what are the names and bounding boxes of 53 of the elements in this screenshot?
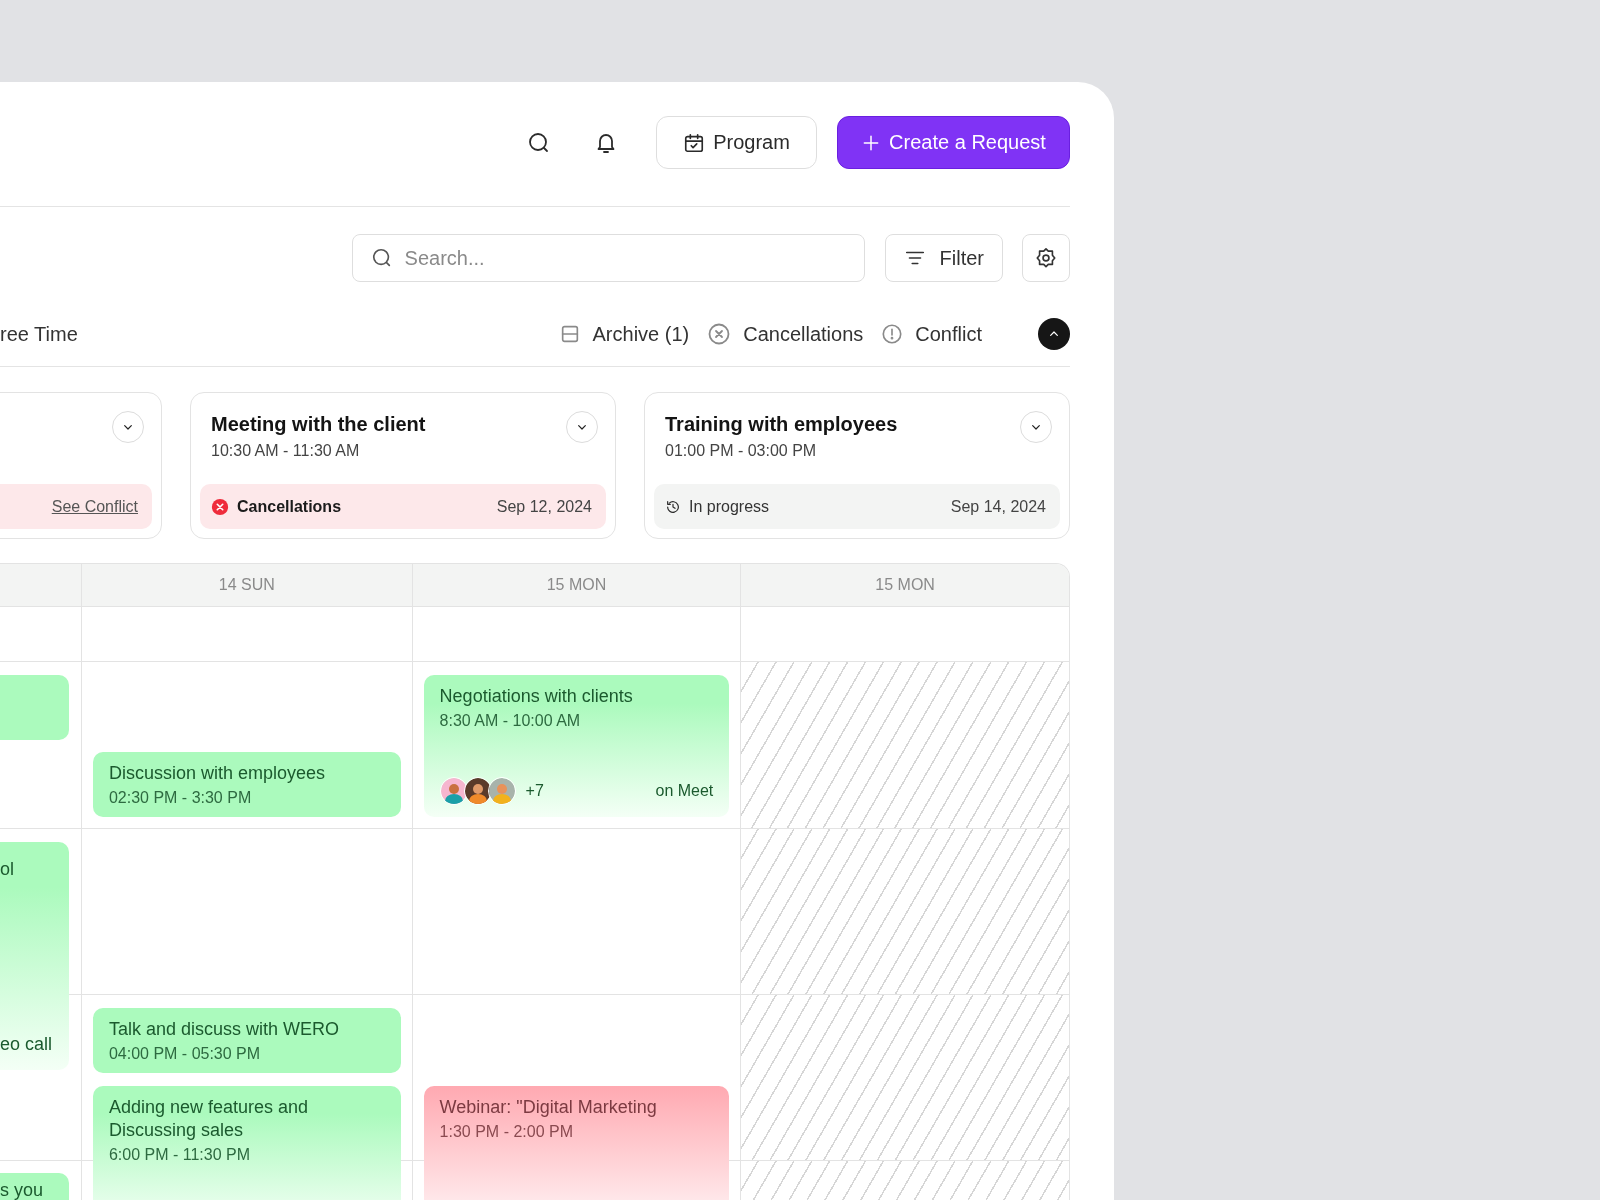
calendar-event[interactable]: Talk and discuss with WERO 04:00 PM - 05:30 PM — [92, 1008, 401, 1073]
status-label: Cancellations — [237, 497, 342, 516]
event-time: 04:00 PM - 05:30 PM — [108, 1044, 262, 1064]
card-title: Meeting with the client — [211, 413, 426, 436]
event-time: 02:30 PM - 3:30 PM — [108, 788, 253, 808]
status-label: In progress — [689, 497, 770, 516]
event-title: Talk and discuss with WERO — [108, 1018, 340, 1041]
x-circle-icon — [707, 322, 732, 346]
calendar-event[interactable]: Webinar: "Digital Marketing 1:30 PM - 2:00 PM — [423, 1086, 730, 1200]
see-conflict-link[interactable]: See Conflict — [51, 497, 138, 516]
program-button[interactable]: Program — [656, 116, 817, 169]
filter-tab[interactable]: Archive (1) — [558, 322, 690, 346]
event-note: eo call — [0, 1033, 54, 1056]
search-icon — [370, 247, 393, 269]
filter-button[interactable]: Filter — [884, 234, 1003, 282]
create-request-button[interactable]: Create a Request — [837, 116, 1070, 169]
day-heading: 14 SUN — [218, 576, 275, 594]
filter-tab[interactable]: Conflict — [881, 322, 982, 346]
collapse-button[interactable] — [1038, 318, 1070, 350]
history-icon — [665, 498, 681, 515]
search-icon[interactable] — [527, 130, 551, 155]
tab-label[interactable]: ree Time — [0, 322, 559, 346]
event-title: Adding new features and Discussing sales — [108, 1096, 310, 1142]
avatar-icon — [439, 777, 468, 805]
exclamation-circle-icon — [881, 323, 904, 345]
filter-tab[interactable]: Cancellations — [707, 322, 864, 346]
card-time: 01:00 PM - 03:00 PM — [665, 442, 818, 460]
attendee-count: +7 — [525, 782, 544, 800]
calendar-event[interactable]: s you — [0, 1173, 69, 1200]
meeting-place: on Meet — [655, 782, 714, 800]
event-title: s you — [0, 1179, 45, 1200]
card-title: Training with employees — [665, 413, 898, 436]
day-heading: 15 MON — [546, 576, 607, 594]
cancel-icon — [211, 497, 229, 516]
event-time: 1:30 PM - 2:00 PM — [439, 1122, 574, 1142]
event-time: 6:00 PM - 11:30 PM — [108, 1145, 252, 1165]
avatar-icon — [463, 777, 492, 805]
calendar-event[interactable]: Discussion with employees 02:30 PM - 3:30 PM — [92, 752, 401, 817]
settings-icon — [1035, 247, 1057, 269]
calendar-check-icon — [683, 131, 706, 154]
calendar-event[interactable]: Negotiations with clients 8:30 AM - 10:00 AM +7 on Meet — [423, 675, 730, 817]
day-heading: 15 MON — [875, 576, 935, 594]
event-title: Discussion with employees — [108, 762, 326, 785]
event-title: Webinar: "Digital Marketing — [439, 1096, 658, 1119]
settings-button[interactable] — [1022, 234, 1070, 282]
card-time: 10:30 AM - 11:30 AM — [211, 442, 361, 460]
card-date: Sep 14, 2024 — [950, 497, 1046, 516]
avatar-icon — [487, 777, 516, 805]
event-title: Negotiations with clients — [439, 685, 634, 708]
event-time: 8:30 AM - 10:00 AM — [439, 711, 582, 731]
card-date: Sep 12, 2024 — [496, 497, 592, 516]
calendar-event[interactable]: Adding new features and Discussing sales 6:00 PM - 11:30 PM — [92, 1086, 401, 1200]
event-title: ol — [0, 858, 15, 881]
